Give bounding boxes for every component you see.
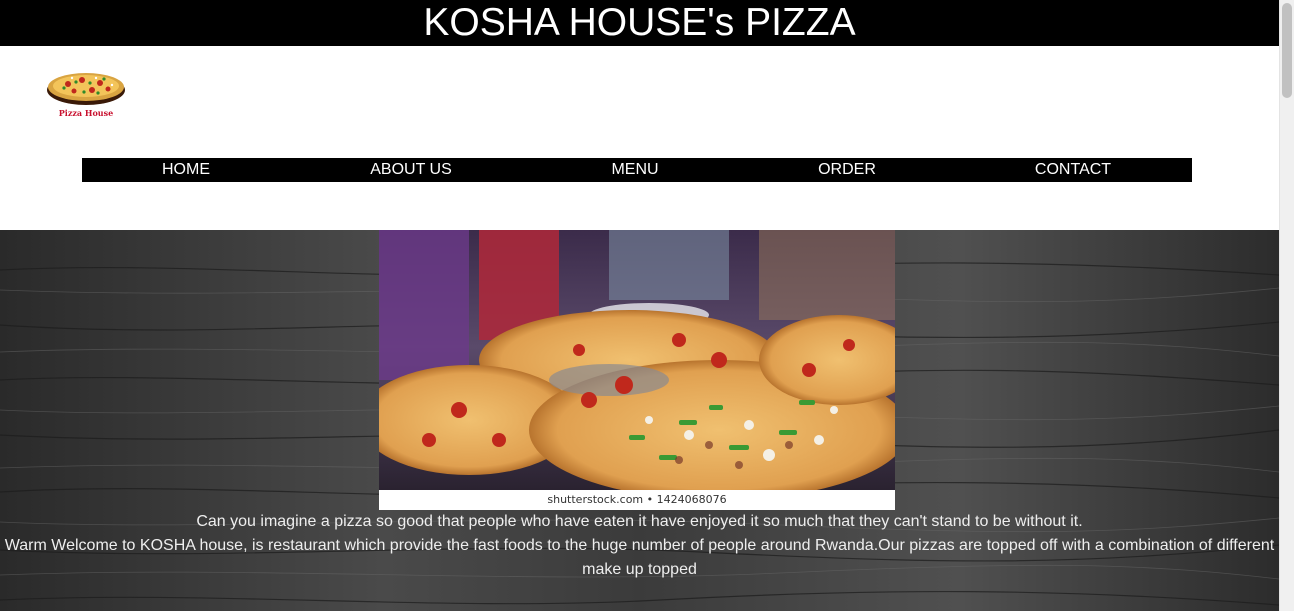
- logo[interactable]: Pizza House: [46, 68, 126, 120]
- pizza-logo-icon: [47, 73, 125, 105]
- logo-text: Pizza House: [58, 108, 114, 118]
- scrollbar-thumb[interactable]: [1282, 3, 1292, 98]
- site-header: KOSHA HOUSE's PIZZA: [0, 0, 1279, 46]
- hero-section: shutterstock.com • 1424068076 Can you im…: [0, 230, 1279, 611]
- site-title: KOSHA HOUSE's PIZZA: [423, 1, 856, 44]
- nav-item-order[interactable]: ORDER: [798, 158, 896, 182]
- vertical-scrollbar[interactable]: [1279, 0, 1294, 611]
- intro-text: Can you imagine a pizza so good that peo…: [0, 510, 1279, 582]
- intro-tagline: Can you imagine a pizza so good that peo…: [196, 513, 1083, 530]
- page: KOSHA HOUSE's PIZZA Pizza House HOME ABO…: [0, 0, 1279, 611]
- nav-item-contact[interactable]: CONTACT: [1014, 158, 1132, 182]
- nav-item-about-us[interactable]: ABOUT US: [350, 158, 472, 182]
- nav-item-menu[interactable]: MENU: [590, 158, 680, 182]
- photo-caption-bar: shutterstock.com • 1424068076: [379, 490, 895, 510]
- main-nav: HOME ABOUT US MENU ORDER CONTACT: [82, 158, 1192, 182]
- nav-item-home[interactable]: HOME: [130, 158, 242, 182]
- intro-welcome: Warm Welcome to KOSHA house, is restaura…: [4, 537, 1275, 578]
- pizza-photo: [379, 230, 895, 490]
- photo-caption: shutterstock.com • 1424068076: [547, 493, 727, 506]
